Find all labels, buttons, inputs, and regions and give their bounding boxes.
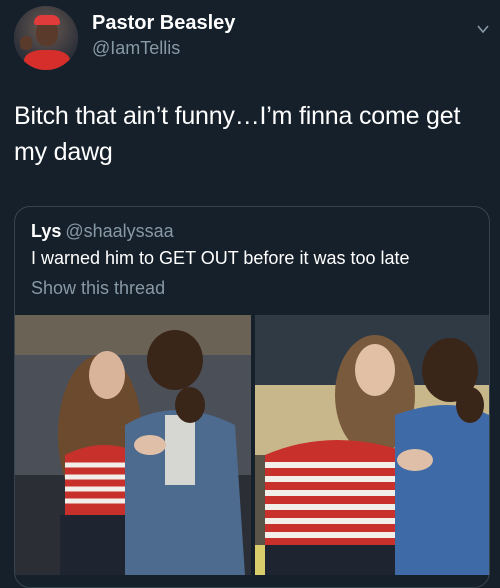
- quoted-tweet-text: I warned him to GET OUT before it was to…: [31, 248, 410, 268]
- author-handle[interactable]: @IamTellis: [92, 38, 180, 59]
- quoted-author[interactable]: Lys @shaalyssaa: [31, 221, 174, 242]
- author-avatar[interactable]: [14, 6, 78, 70]
- quoted-author-handle[interactable]: @shaalyssaa: [65, 221, 173, 241]
- quoted-tweet-card[interactable]: Lys @shaalyssaa I warned him to GET OUT b…: [14, 206, 490, 588]
- quoted-author-name[interactable]: Lys: [31, 221, 61, 241]
- show-thread-link[interactable]: Show this thread: [31, 278, 165, 299]
- chevron-down-icon[interactable]: [476, 22, 490, 36]
- author-name[interactable]: Pastor Beasley: [92, 12, 235, 35]
- tweet-text: Bitch that ain’t funny…I’m finna come ge…: [14, 102, 461, 166]
- media-photo-left[interactable]: [15, 315, 251, 575]
- quoted-media[interactable]: [15, 315, 489, 575]
- media-photo-right[interactable]: [255, 315, 489, 575]
- tweet-header: Pastor Beasley @IamTellis: [0, 0, 500, 80]
